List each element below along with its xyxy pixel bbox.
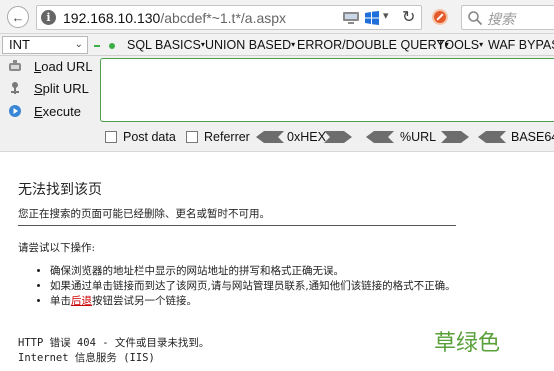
url-text[interactable]: 192.168.10.130/abcdef*~1.t*/a.aspx xyxy=(63,10,286,26)
windows-icon[interactable] xyxy=(365,11,379,25)
block-icon[interactable] xyxy=(432,9,448,25)
post-data-option[interactable]: Post data xyxy=(105,130,176,144)
post-data-checkbox[interactable] xyxy=(105,131,117,143)
play-icon xyxy=(9,105,21,117)
page-title: 无法找到该页 xyxy=(18,182,102,198)
dropdown-arrow-icon[interactable]: ▾ xyxy=(383,9,389,22)
suggestion-list: 确保浏览器的地址栏中显示的网站地址的拼写和格式正确无误。 如果通过单击链接而到达… xyxy=(38,264,468,309)
execute-label: xecute xyxy=(42,103,81,119)
info-icon[interactable]: i xyxy=(41,10,56,25)
error-description: 您正在搜索的页面可能已经删除、更名或暂时不可用。 xyxy=(18,208,270,220)
menu-union-based[interactable]: UNION BASED▾ xyxy=(205,38,295,52)
address-bar: ← i 192.168.10.130/abcdef*~1.t*/a.aspx ▾… xyxy=(0,0,554,34)
execute-button[interactable]: Execute xyxy=(8,101,81,121)
back-button[interactable]: ← xyxy=(7,6,29,28)
menu-waf-bypass[interactable]: WAF BYPASS xyxy=(488,38,554,52)
hex-label: 0xHEX xyxy=(287,130,326,144)
hex-decode-icon[interactable] xyxy=(256,131,284,143)
split-url-icon xyxy=(11,82,19,94)
list-item: 单击后退按钮尝试另一个链接。 xyxy=(50,294,468,309)
url-decode-icon[interactable] xyxy=(366,131,394,143)
menu-error-double-query[interactable]: ERROR/DOUBLE QUERY▾ xyxy=(297,38,449,52)
http-error-line: HTTP 错误 404 - 文件或目录未找到。 xyxy=(18,337,210,349)
hex-encode-icon[interactable] xyxy=(324,131,352,143)
split-url-label: plit URL xyxy=(42,80,89,96)
watermark-text: 草绿色 xyxy=(434,331,501,356)
search-icon xyxy=(468,11,483,26)
url-label: %URL xyxy=(400,130,437,144)
menu-tools[interactable]: TOOLS▾ xyxy=(437,38,483,52)
post-data-label: Post data xyxy=(123,130,176,144)
url-input[interactable]: i 192.168.10.130/abcdef*~1.t*/a.aspx ▾ ↻ xyxy=(36,5,422,30)
back-arrow-icon: ← xyxy=(11,9,25,25)
base64-label: BASE64 xyxy=(511,130,554,144)
hackbar-panel: Load URL Split URL Execute Post data Ref… xyxy=(0,56,554,152)
int-select-value: INT xyxy=(9,37,30,52)
chevron-down-icon: ⌄ xyxy=(74,39,83,50)
load-url-button[interactable]: Load URL xyxy=(8,56,93,76)
status-dot-icon xyxy=(109,43,115,49)
execute-accesskey: E xyxy=(34,103,43,119)
list-item: 确保浏览器的地址栏中显示的网站地址的拼写和格式正确无误。 xyxy=(50,264,468,279)
iis-line: Internet 信息服务 (IIS) xyxy=(18,352,155,364)
referrer-checkbox[interactable] xyxy=(186,131,198,143)
search-placeholder: 搜索 xyxy=(487,11,515,27)
int-select[interactable]: INT ⌄ xyxy=(2,36,88,54)
referrer-label: Referrer xyxy=(204,130,250,144)
split-url-button[interactable]: Split URL xyxy=(8,78,89,98)
reload-icon[interactable]: ↻ xyxy=(402,7,415,27)
split-url-accesskey: S xyxy=(34,80,43,96)
hackbar-toolbar: INT ⌄ SQL BASICS▾ UNION BASED▾ ERROR/DOUB… xyxy=(0,34,554,56)
url-encode-icon[interactable] xyxy=(441,131,469,143)
separator-dash xyxy=(94,45,100,47)
base64-decode-icon[interactable] xyxy=(478,131,506,143)
back-link[interactable]: 后退 xyxy=(71,295,92,307)
load-url-label: oad URL xyxy=(41,58,93,74)
menu-sql-basics[interactable]: SQL BASICS▾ xyxy=(127,38,205,52)
divider xyxy=(18,225,456,226)
load-url-icon xyxy=(9,60,21,71)
url-host: 192.168.10.130 xyxy=(63,10,161,26)
url-textarea[interactable] xyxy=(100,58,554,122)
search-input[interactable]: 搜索 xyxy=(461,5,554,30)
list-item: 如果通过单击链接而到达了该网页,请与网站管理员联系,通知他们该链接的格式不正确。 xyxy=(50,279,468,294)
url-path: /abcdef*~1.t*/a.aspx xyxy=(160,10,287,26)
network-icon[interactable] xyxy=(343,11,359,24)
try-label: 请尝试以下操作: xyxy=(18,242,96,254)
referrer-option[interactable]: Referrer xyxy=(186,130,250,144)
